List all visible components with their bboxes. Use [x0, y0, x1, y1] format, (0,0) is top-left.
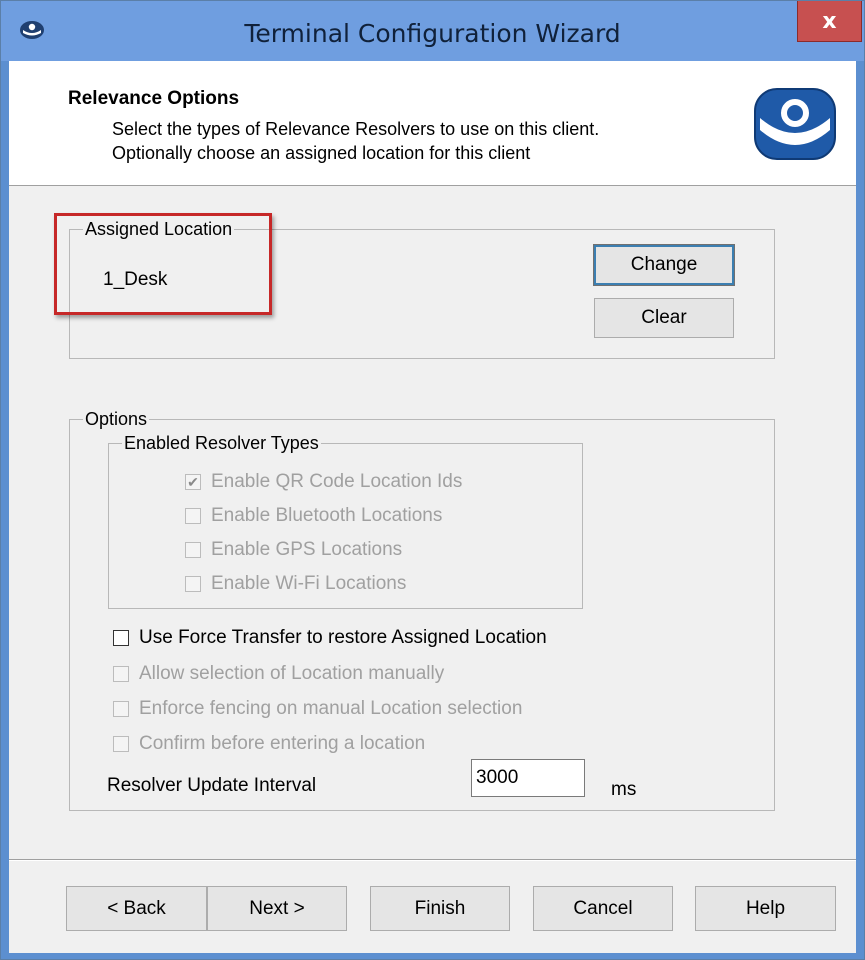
force-transfer-label: Use Force Transfer to restore Assigned L… [139, 627, 547, 648]
footer-separator [9, 859, 856, 861]
assigned-location-highlight [54, 213, 272, 315]
wizard-client-area: Relevance Options Select the types of Re… [9, 61, 856, 953]
thinmanager-logo-icon [754, 88, 836, 160]
wizard-window: Terminal Configuration Wizard x Relevanc… [0, 0, 865, 960]
enforce-fencing-label: Enforce fencing on manual Location selec… [139, 698, 523, 719]
next-button[interactable]: Next > [207, 886, 347, 931]
interval-label: Resolver Update Interval [107, 775, 317, 796]
bluetooth-label: Enable Bluetooth Locations [211, 505, 443, 526]
page-title: Relevance Options [68, 88, 240, 109]
interval-units: ms [611, 779, 637, 800]
page-description-line-2: Optionally choose an assigned location f… [112, 143, 531, 163]
gps-label: Enable GPS Locations [211, 539, 403, 560]
qr-code-label: Enable QR Code Location Ids [211, 471, 463, 492]
close-button[interactable]: x [797, 1, 862, 42]
back-button[interactable]: < Back [66, 886, 207, 931]
finish-button[interactable]: Finish [370, 886, 510, 931]
resolver-types-legend: Enabled Resolver Types [122, 433, 321, 454]
enforce-fencing-option[interactable]: Enforce fencing on manual Location selec… [113, 698, 522, 720]
interval-input[interactable] [471, 759, 585, 797]
cancel-button[interactable]: Cancel [533, 886, 673, 931]
force-transfer-option[interactable]: Use Force Transfer to restore Assigned L… [113, 627, 547, 649]
clear-button[interactable]: Clear [594, 298, 734, 338]
enforce-fencing-checkbox[interactable] [113, 701, 129, 717]
manual-selection-label: Allow selection of Location manually [139, 663, 445, 684]
wifi-checkbox[interactable] [185, 576, 201, 592]
title-bar: Terminal Configuration Wizard x [1, 1, 864, 61]
manual-selection-checkbox[interactable] [113, 666, 129, 682]
force-transfer-checkbox[interactable] [113, 630, 129, 646]
options-legend: Options [83, 409, 150, 430]
confirm-entering-checkbox[interactable] [113, 736, 129, 752]
wifi-option[interactable]: Enable Wi-Fi Locations [185, 573, 406, 595]
checkmark-icon: ✔ [187, 474, 199, 490]
manual-selection-option[interactable]: Allow selection of Location manually [113, 663, 444, 685]
wifi-label: Enable Wi-Fi Locations [211, 573, 407, 594]
help-button[interactable]: Help [695, 886, 836, 931]
confirm-entering-label: Confirm before entering a location [139, 733, 426, 754]
bluetooth-checkbox[interactable] [185, 508, 201, 524]
confirm-entering-option[interactable]: Confirm before entering a location [113, 733, 425, 755]
gps-checkbox[interactable] [185, 542, 201, 558]
gps-option[interactable]: Enable GPS Locations [185, 539, 402, 561]
qr-code-option[interactable]: ✔ Enable QR Code Location Ids [185, 471, 462, 493]
window-title: Terminal Configuration Wizard [244, 19, 621, 48]
qr-code-checkbox[interactable]: ✔ [185, 474, 201, 490]
change-button[interactable]: Change [593, 244, 735, 286]
header-panel: Relevance Options Select the types of Re… [9, 61, 856, 186]
bluetooth-option[interactable]: Enable Bluetooth Locations [185, 505, 442, 527]
page-description-line-1: Select the types of Relevance Resolvers … [112, 119, 600, 139]
